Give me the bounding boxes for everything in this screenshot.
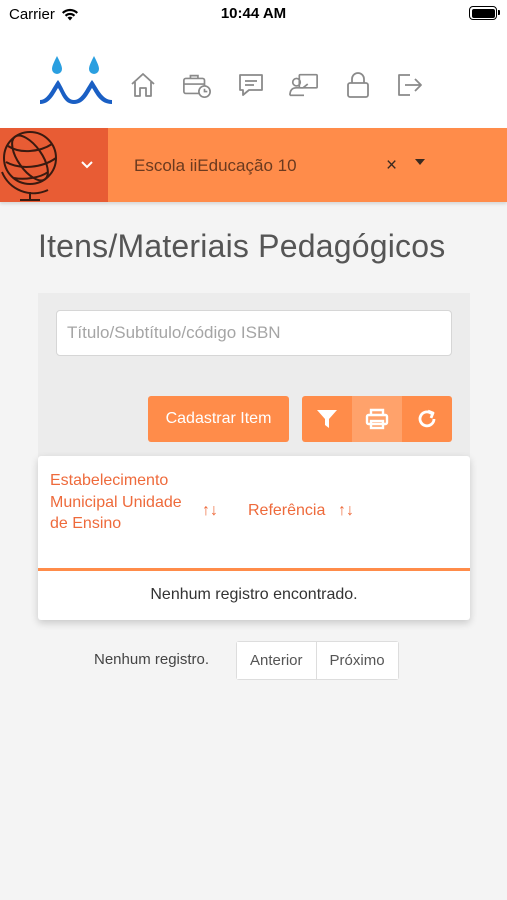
action-button-group	[302, 396, 452, 442]
status-time: 10:44 AM	[220, 5, 287, 22]
briefcase-clock-icon[interactable]	[182, 70, 212, 100]
refresh-button[interactable]	[402, 396, 452, 442]
print-icon	[365, 408, 389, 430]
school-selector-bar: Escola iiEducação 10 ×	[0, 128, 507, 202]
empty-table-message: Nenhum registro encontrado.	[150, 586, 358, 603]
next-page-button[interactable]: Próximo	[315, 642, 398, 679]
header-divider	[38, 568, 470, 571]
filter-panel: Cadastrar Item	[38, 293, 470, 468]
filter-button[interactable]	[302, 396, 352, 442]
filter-icon	[317, 410, 337, 428]
app-logo[interactable]	[38, 54, 114, 108]
pagination-info: Nenhum registro.	[94, 651, 210, 668]
clear-selection-icon[interactable]: ×	[386, 155, 397, 177]
results-table: Estabelecimento Municipal Unidade de Ens…	[38, 456, 470, 620]
search-input[interactable]	[56, 310, 452, 356]
column-header-reference[interactable]: Referência	[248, 502, 325, 520]
sort-icon[interactable]: ↑↓	[202, 502, 218, 520]
column-header-establishment[interactable]: Estabelecimento Municipal Unidade de Ens…	[50, 470, 200, 535]
school-name[interactable]: Escola iiEducação 10	[134, 156, 297, 176]
pagination-controls: Anterior Próximo	[236, 641, 399, 680]
school-toggle[interactable]	[0, 128, 108, 202]
status-bar: Carrier 10:44 AM	[0, 0, 507, 30]
globe-icon	[1, 131, 93, 201]
page-title: Itens/Materiais Pedagógicos	[38, 228, 446, 264]
message-icon[interactable]	[236, 70, 266, 100]
refresh-icon	[418, 409, 436, 428]
previous-page-button[interactable]: Anterior	[237, 642, 316, 679]
register-item-button[interactable]: Cadastrar Item	[148, 396, 289, 442]
logout-icon[interactable]	[394, 70, 424, 100]
teacher-board-icon[interactable]	[289, 70, 319, 100]
battery-icon	[469, 6, 500, 20]
top-navigation	[0, 30, 507, 128]
print-button[interactable]	[352, 396, 402, 442]
sort-icon[interactable]: ↑↓	[338, 502, 354, 520]
lock-icon[interactable]	[343, 70, 373, 100]
home-icon[interactable]	[128, 70, 158, 100]
caret-down-icon[interactable]	[415, 159, 425, 165]
